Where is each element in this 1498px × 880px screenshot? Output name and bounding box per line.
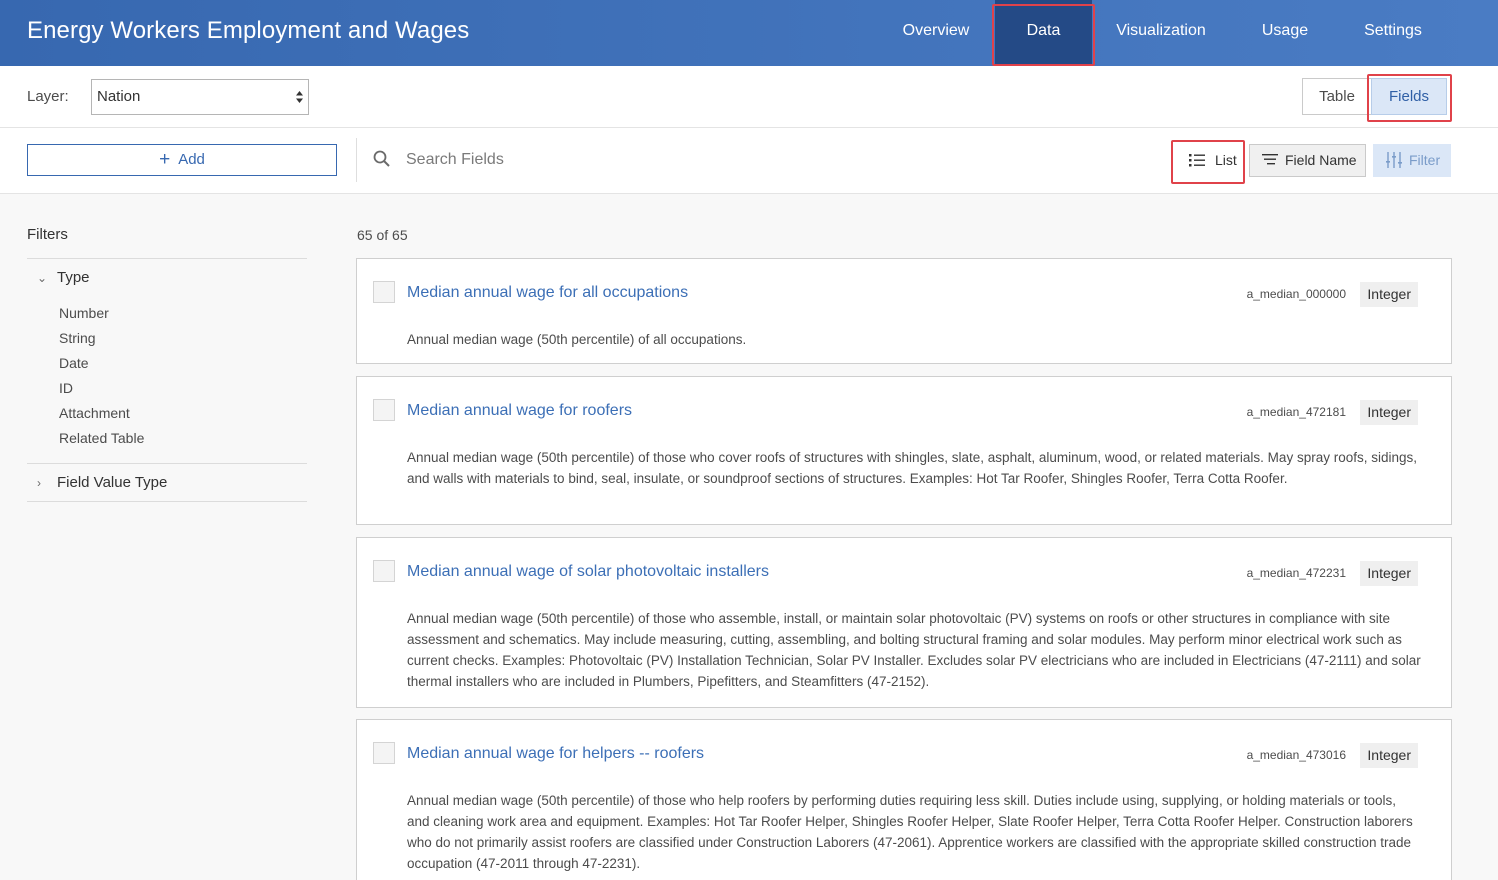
type-group-label: Type <box>57 269 90 286</box>
type-filter-related-table[interactable]: Related Table <box>59 430 144 446</box>
field-code: a_median_000000 <box>1246 287 1346 301</box>
field-checkbox[interactable] <box>373 560 395 582</box>
field-card[interactable]: Median annual wage of solar photovoltaic… <box>356 537 1452 708</box>
app-header: Energy Workers Employment and Wages Over… <box>0 0 1498 66</box>
tab-settings[interactable]: Settings <box>1348 0 1438 66</box>
layer-select[interactable]: Nation <box>91 79 309 115</box>
field-title-link[interactable]: Median annual wage for roofers <box>407 402 632 420</box>
filter-label: Filter <box>1409 152 1441 168</box>
list-label: List <box>1215 152 1237 168</box>
sidebar-divider <box>27 501 307 502</box>
field-code: a_median_472181 <box>1246 405 1346 419</box>
tab-data[interactable]: Data <box>995 0 1092 66</box>
type-filter-date[interactable]: Date <box>59 355 89 371</box>
select-arrows-icon <box>296 91 303 103</box>
sort-label: Field Name <box>1285 152 1357 168</box>
field-description: Annual median wage (50th percentile) of … <box>407 450 1417 486</box>
type-filter-id[interactable]: ID <box>59 380 73 396</box>
list-view-button[interactable]: List <box>1176 144 1242 177</box>
type-filter-number[interactable]: Number <box>59 305 109 321</box>
fields-toggle[interactable]: Fields <box>1371 78 1447 115</box>
chevron-right-icon: › <box>37 476 41 490</box>
type-filter-string[interactable]: String <box>59 330 96 346</box>
filter-sliders-icon <box>1386 152 1402 168</box>
field-code: a_median_473016 <box>1246 748 1346 762</box>
table-toggle[interactable]: Table <box>1302 78 1372 115</box>
add-label: Add <box>178 151 205 168</box>
search-fields-input[interactable] <box>402 146 1102 174</box>
tab-usage[interactable]: Usage <box>1240 0 1330 66</box>
field-checkbox[interactable] <box>373 399 395 421</box>
field-checkbox[interactable] <box>373 742 395 764</box>
toolbar-divider <box>356 138 357 182</box>
field-value-type-toggle[interactable]: › Field Value Type <box>37 474 167 491</box>
field-type-badge: Integer <box>1360 400 1418 425</box>
field-title-link[interactable]: Median annual wage for all occupations <box>407 284 688 302</box>
tab-visualization[interactable]: Visualization <box>1100 0 1222 66</box>
layer-bar: Layer: Nation Table Fields <box>0 66 1498 128</box>
field-code: a_median_472231 <box>1246 566 1346 580</box>
field-description: Annual median wage (50th percentile) of … <box>407 611 1421 689</box>
field-description: Annual median wage (50th percentile) of … <box>407 793 1413 871</box>
add-field-button[interactable]: + Add <box>27 144 337 176</box>
field-card[interactable]: Median annual wage for all occupations a… <box>356 258 1452 364</box>
list-icon <box>1189 154 1205 167</box>
app-title: Energy Workers Employment and Wages <box>27 17 470 44</box>
plus-icon: + <box>159 149 171 170</box>
field-count: 65 of 65 <box>357 227 408 243</box>
field-card[interactable]: Median annual wage for helpers -- roofer… <box>356 719 1452 880</box>
field-title-link[interactable]: Median annual wage for helpers -- roofer… <box>407 745 704 763</box>
field-title-link[interactable]: Median annual wage of solar photovoltaic… <box>407 563 769 581</box>
field-type-badge: Integer <box>1360 743 1418 768</box>
tab-overview[interactable]: Overview <box>884 0 988 66</box>
field-description: Annual median wage (50th percentile) of … <box>407 332 747 347</box>
search-icon <box>373 150 390 167</box>
field-type-badge: Integer <box>1360 561 1418 586</box>
filters-title: Filters <box>27 226 68 243</box>
field-value-type-label: Field Value Type <box>57 474 168 491</box>
sort-icon <box>1262 154 1278 165</box>
field-card[interactable]: Median annual wage for roofers a_median_… <box>356 376 1452 525</box>
field-checkbox[interactable] <box>373 281 395 303</box>
chevron-down-icon: ⌄ <box>37 271 48 285</box>
sort-field-name-button[interactable]: Field Name <box>1249 144 1366 177</box>
type-group-toggle[interactable]: ⌄ Type <box>37 269 90 286</box>
type-filter-attachment[interactable]: Attachment <box>59 405 130 421</box>
sidebar-divider <box>27 258 307 259</box>
field-type-badge: Integer <box>1360 282 1418 307</box>
layer-selected-value: Nation <box>97 88 141 105</box>
filter-button[interactable]: Filter <box>1373 144 1451 177</box>
sidebar-divider <box>27 463 307 464</box>
layer-label: Layer: <box>27 88 69 105</box>
fields-toolbar: + Add List Field Name Filter <box>0 128 1498 194</box>
